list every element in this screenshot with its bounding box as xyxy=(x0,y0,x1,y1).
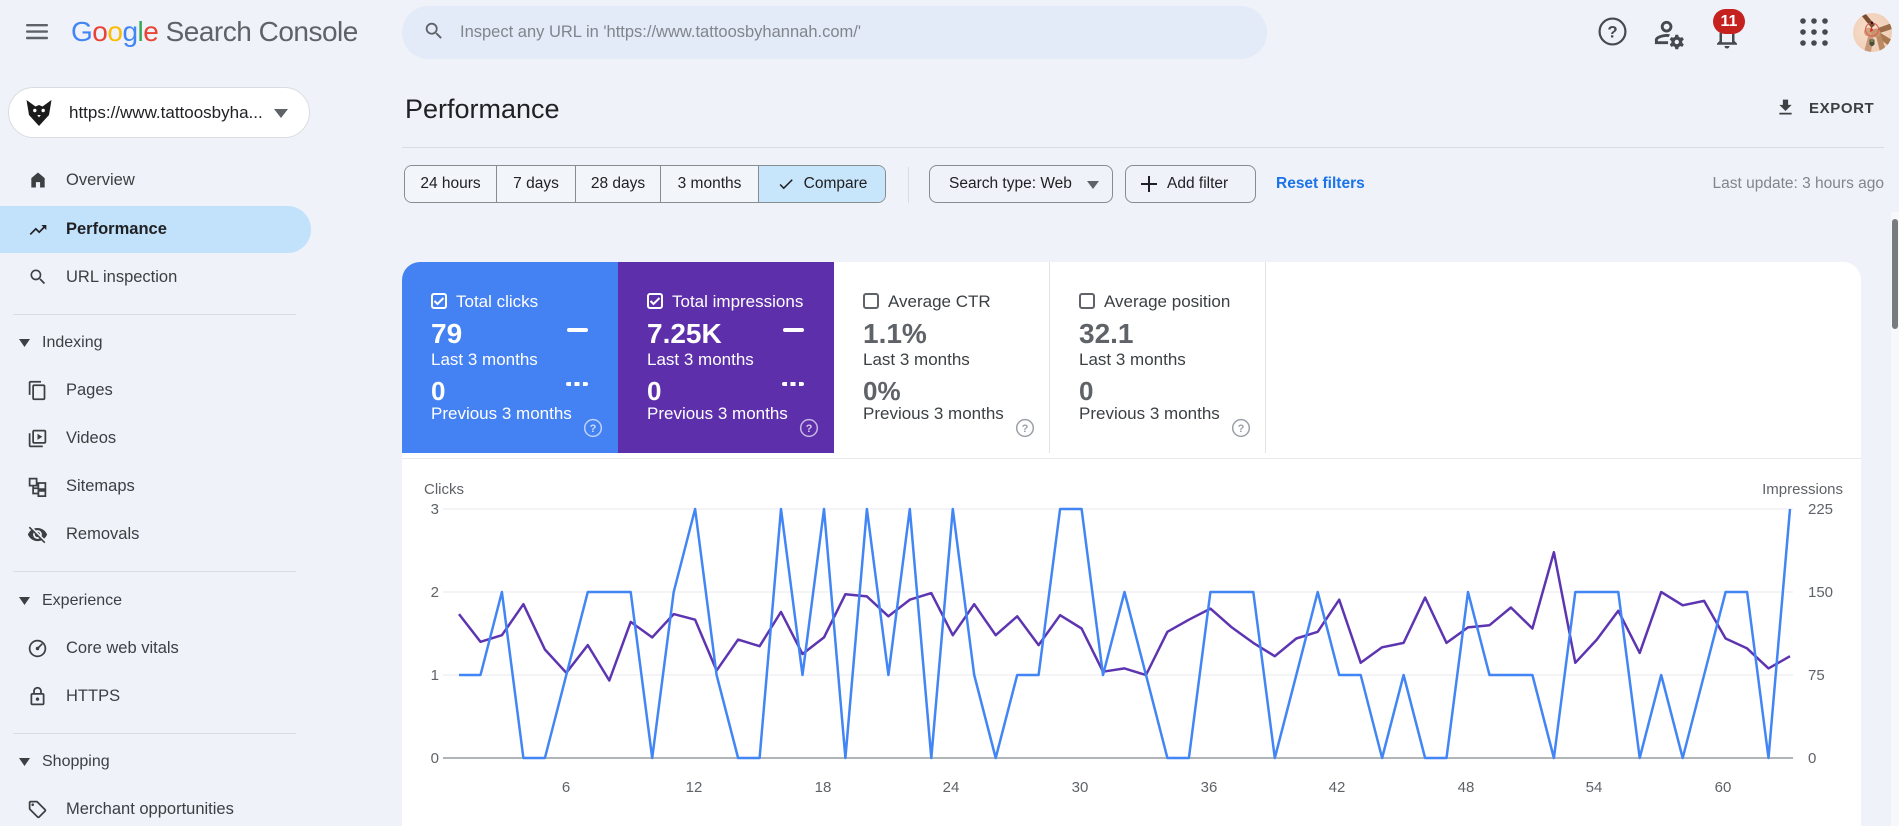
svg-text:48: 48 xyxy=(1458,779,1475,796)
svg-text:6: 6 xyxy=(562,779,570,796)
svg-text:75: 75 xyxy=(1808,667,1825,684)
svg-text:Clicks: Clicks xyxy=(424,481,464,498)
svg-text:?: ? xyxy=(590,423,597,435)
svg-text:0: 0 xyxy=(1808,750,1816,767)
svg-text:150: 150 xyxy=(1808,584,1833,601)
svg-text:24: 24 xyxy=(943,779,960,796)
svg-text:225: 225 xyxy=(1808,501,1833,518)
svg-text:2: 2 xyxy=(431,584,439,601)
svg-text:?: ? xyxy=(1238,423,1245,435)
svg-text:54: 54 xyxy=(1586,779,1603,796)
svg-text:36: 36 xyxy=(1201,779,1218,796)
svg-text:1: 1 xyxy=(431,667,439,684)
svg-text:?: ? xyxy=(1607,22,1617,41)
svg-text:?: ? xyxy=(1022,423,1029,435)
svg-text:42: 42 xyxy=(1329,779,1346,796)
svg-text:0: 0 xyxy=(431,750,439,767)
svg-text:3: 3 xyxy=(431,501,439,518)
svg-text:12: 12 xyxy=(686,779,703,796)
svg-text:30: 30 xyxy=(1072,779,1089,796)
svg-text:60: 60 xyxy=(1715,779,1732,796)
svg-text:18: 18 xyxy=(815,779,832,796)
svg-text:?: ? xyxy=(806,423,813,435)
svg-text:Impressions: Impressions xyxy=(1762,481,1843,498)
